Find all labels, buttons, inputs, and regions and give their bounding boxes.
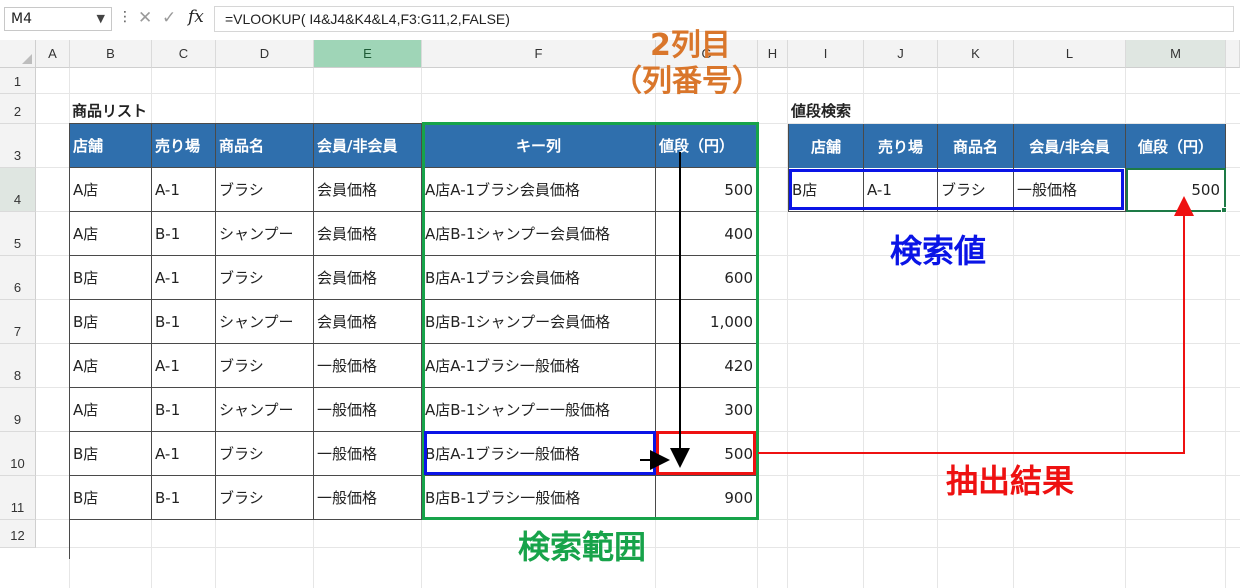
formula-text: =VLOOKUP( I4&J4&K4&L4,F3:G11,2,FALSE) — [225, 11, 510, 27]
more-options-icon[interactable]: ⋮ — [118, 9, 132, 25]
spreadsheet-grid[interactable]: A B C D E F G H I J K L M 1 2 3 4 5 6 7 … — [0, 28, 1240, 588]
formula-bar: M4 ▼ ⋮ ✕ ✓ fx =VLOOKUP( I4&J4&K4&L4,F3:G… — [0, 0, 1240, 41]
insert-function-icon[interactable]: fx — [188, 7, 204, 27]
chevron-down-icon[interactable]: ▼ — [97, 12, 105, 25]
name-box[interactable]: M4 ▼ — [4, 7, 112, 31]
cancel-icon[interactable]: ✕ — [138, 8, 152, 28]
result-arrow — [758, 196, 1194, 454]
name-box-value: M4 — [11, 11, 32, 27]
arrows-overlay — [640, 152, 1194, 470]
confirm-icon[interactable]: ✓ — [162, 8, 176, 28]
